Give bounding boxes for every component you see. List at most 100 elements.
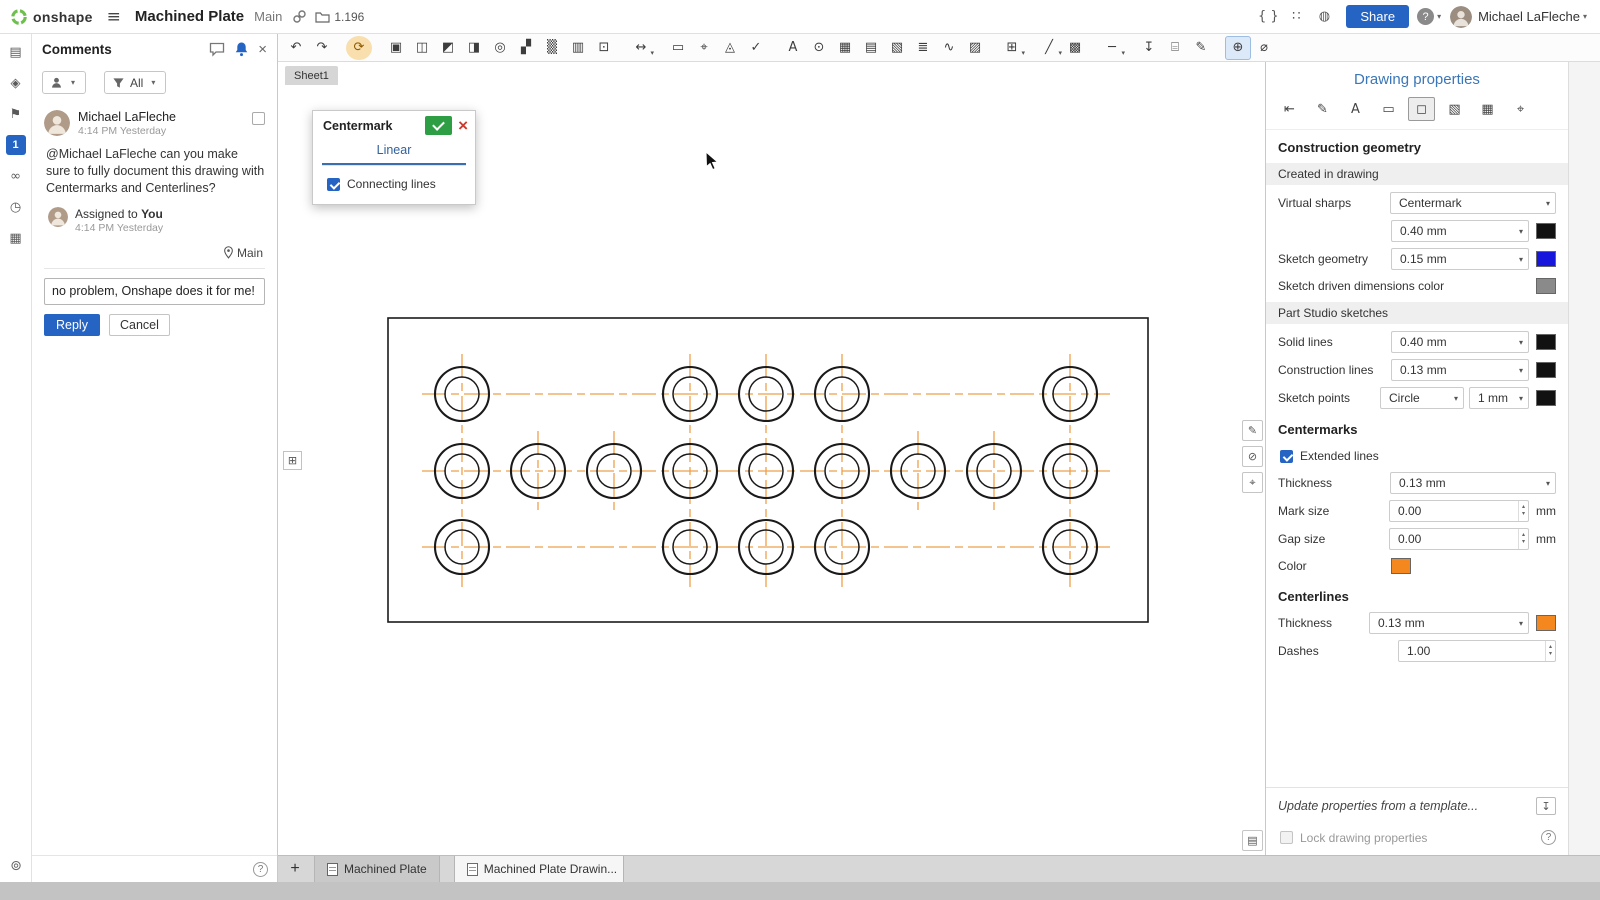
tab-machined-plate-drawing[interactable]: Machined Plate Drawin... [454,856,624,882]
insert-view-icon[interactable]: ▣ [383,36,409,60]
solid-lines-select[interactable]: 0.40 mm ▾ [1391,331,1529,353]
workspace-name[interactable]: Main [254,9,282,24]
user-avatar[interactable] [1450,6,1472,28]
stepper-arrows-icon[interactable]: ▴▾ [1518,501,1528,521]
main-menu-icon[interactable]: ≡ [107,7,121,27]
virtual-sharps-thickness-select[interactable]: 0.40 mm ▾ [1391,220,1529,242]
history-icon[interactable]: ◷ [6,197,26,217]
bom-table-icon[interactable]: ≣ [910,36,936,60]
geometric-tolerance-icon[interactable]: ⌖ [691,36,717,60]
plate-outline[interactable] [388,318,1148,622]
resolve-comment-checkbox[interactable] [252,112,265,125]
detail-view-icon[interactable]: ◎ [487,36,513,60]
sketch-driven-color-swatch[interactable] [1536,278,1556,294]
learning-icon[interactable]: ◍ [1312,5,1336,29]
views-style-tab[interactable]: ▧ [1441,97,1468,121]
construction-geometry-tab[interactable]: ◻ [1408,97,1435,121]
annotations-style-tab[interactable]: ✎ [1309,97,1336,121]
sheets-panel-toggle[interactable]: ⊞ [283,451,302,470]
undo-icon[interactable]: ↶ [283,36,309,60]
virtual-sharps-color-swatch[interactable] [1536,223,1556,239]
image-icon[interactable]: ▨ [962,36,988,60]
redo-icon[interactable]: ↷ [309,36,335,60]
version-indicator[interactable]: 1.196 [315,10,364,24]
help-icon[interactable]: ? [1541,830,1556,845]
crop-view-icon[interactable]: ⊡ [591,36,617,60]
versions-history-icon[interactable]: ◈ [6,73,26,93]
note-icon[interactable]: ▭ [665,36,691,60]
hatch-icon[interactable]: ▩ [1062,36,1088,60]
sketch-points-size-select[interactable]: 1 mm ▾ [1469,387,1529,409]
datum-icon[interactable]: ◬ [717,36,743,60]
measure-icon[interactable]: ⌀ [1251,36,1277,60]
centerline-color-swatch[interactable] [1536,615,1556,631]
markup-icon[interactable]: ✎ [1188,36,1214,60]
apply-template-icon[interactable]: ↧ [1536,797,1556,815]
hide-sketch-visibility-button[interactable]: ⊘ [1242,446,1263,467]
centermark-icon[interactable]: ⊕ [1225,36,1251,60]
reply-button[interactable]: Reply [44,314,100,336]
tab-machined-plate[interactable]: Machined Plate [314,856,440,882]
print-icon[interactable]: ⌸ [1162,36,1188,60]
sketch-points-color-swatch[interactable] [1536,390,1556,406]
sketch-geometry-select[interactable]: 0.15 mm ▾ [1391,248,1529,270]
sheet-style-tab[interactable]: ▭ [1375,97,1402,121]
stepper-arrows-icon[interactable]: ▴▾ [1518,529,1528,549]
drawing-canvas[interactable]: Sheet1 ⊞ Centermark × Linear Connecting … [278,62,1265,855]
solid-lines-color-swatch[interactable] [1536,334,1556,350]
dimension-icon[interactable]: ↔▾ [628,36,654,60]
projected-view-icon[interactable]: ◫ [409,36,435,60]
table-icon[interactable]: ▦ [832,36,858,60]
construction-lines-select[interactable]: 0.13 mm ▾ [1391,359,1529,381]
section-view-icon[interactable]: ◨ [461,36,487,60]
drawing-tools-button[interactable]: ⌖ [1242,472,1263,493]
tables-style-tab[interactable]: ▦ [1474,97,1501,121]
share-button[interactable]: Share [1346,5,1409,28]
help-chevron-icon[interactable]: ▾ [1437,12,1441,21]
author-filter-dropdown[interactable]: ▾ [42,71,86,94]
close-icon[interactable]: × [258,42,267,57]
sketch-geometry-color-swatch[interactable] [1536,251,1556,267]
surface-finish-icon[interactable]: ✓ [743,36,769,60]
revision-table-icon[interactable]: ▧ [884,36,910,60]
line-icon[interactable]: ╱▾ [1036,36,1062,60]
edit-sketch-visibility-button[interactable]: ✎ [1242,420,1263,441]
update-from-template-link[interactable]: Update properties from a template... ↧ [1266,787,1568,824]
text-icon[interactable]: A [780,36,806,60]
accept-button[interactable] [425,116,452,135]
cancel-button[interactable]: Cancel [109,314,170,336]
where-used-icon[interactable]: ∞ [6,166,26,186]
comments-icon[interactable]: 1 [6,135,26,155]
mark-size-input[interactable]: 0.00 ▴▾ [1389,500,1529,522]
publications-icon[interactable]: ⚑ [6,104,26,124]
break-out-section-icon[interactable]: ▒ [539,36,565,60]
apps-icon[interactable]: ∷ [1284,5,1308,29]
hole-table-icon[interactable]: ▤ [858,36,884,60]
show-hidden-edges-icon[interactable]: ▥ [565,36,591,60]
onshape-logo[interactable]: onshape [10,8,93,26]
gap-size-input[interactable]: 0.00 ▴▾ [1389,528,1529,550]
close-dialog-icon[interactable]: × [458,117,468,134]
weld-symbol-icon[interactable]: ∿ [936,36,962,60]
sheet-properties-button[interactable]: ▤ [1242,830,1263,851]
tab-linear[interactable]: Linear [322,139,466,165]
lock-properties-checkbox[interactable] [1280,831,1293,844]
reply-input[interactable]: no problem, Onshape does it for me! [44,278,265,305]
inspection-style-tab[interactable]: ⌖ [1507,97,1534,121]
chat-bubble-icon[interactable] [209,42,225,57]
update-views-icon[interactable]: ⟳ [346,36,372,60]
help-icon[interactable]: ? [253,862,268,877]
document-panel-icon[interactable]: ▤ [6,42,26,62]
featurescript-icon[interactable]: { } [1256,5,1280,29]
export-icon[interactable]: ↧ [1136,36,1162,60]
user-name[interactable]: Michael LaFleche [1478,9,1580,24]
add-tab-button[interactable]: + [282,856,308,882]
centerline-icon[interactable]: ─▾ [1099,36,1125,60]
user-menu-chevron-icon[interactable]: ▾ [1583,12,1587,21]
centermark-thickness-select[interactable]: 0.13 mm ▾ [1390,472,1556,494]
construction-lines-color-swatch[interactable] [1536,362,1556,378]
comment-filter-dropdown[interactable]: All ▾ [104,71,166,94]
help-icon[interactable]: ⊚ [0,858,32,874]
centerline-thickness-select[interactable]: 0.13 mm ▾ [1369,612,1529,634]
share-link-icon[interactable] [292,9,307,24]
